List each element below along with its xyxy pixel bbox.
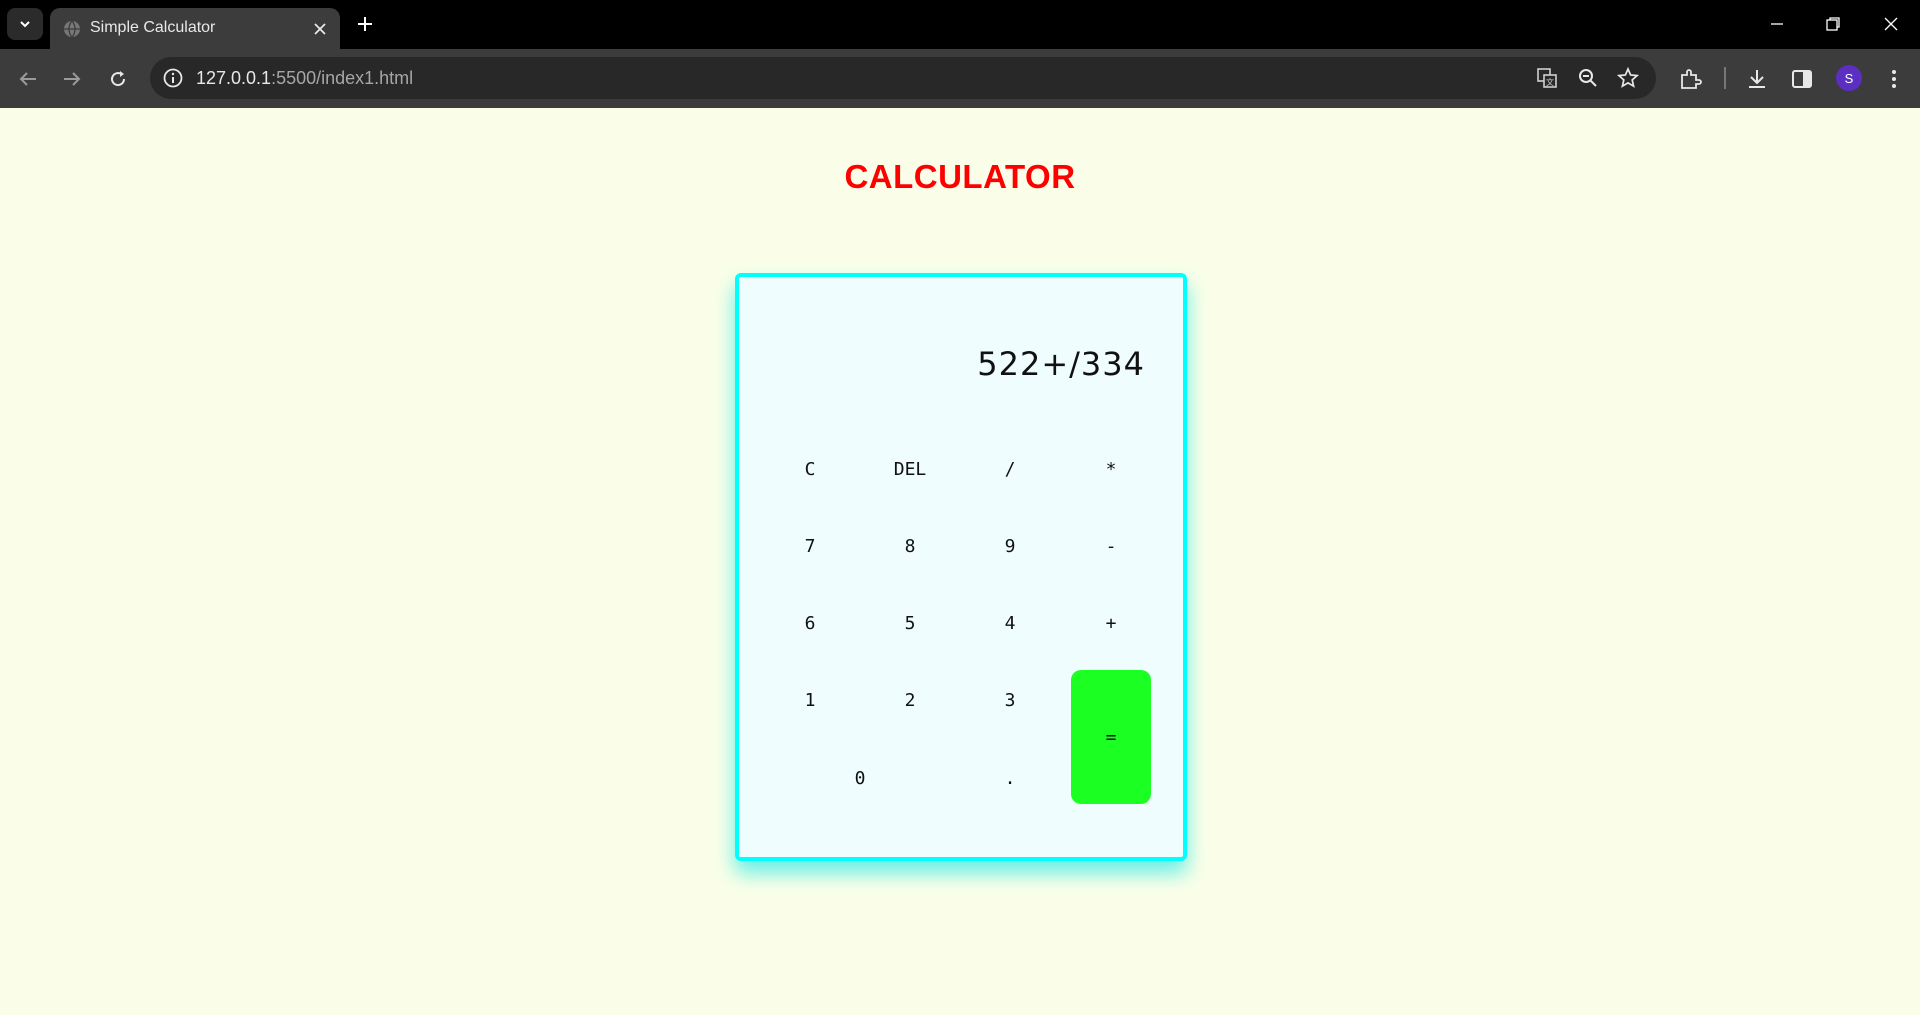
bookmark-star-icon[interactable] <box>1617 67 1639 89</box>
calculator: 522+/334 C DEL / * 7 8 9 - 6 5 4 + 1 2 3… <box>735 273 1187 861</box>
key-5[interactable]: 5 <box>870 598 950 648</box>
key-9[interactable]: 9 <box>970 521 1050 571</box>
forward-icon[interactable] <box>60 67 84 91</box>
restore-icon[interactable] <box>1823 14 1843 34</box>
chevron-down-icon <box>20 21 30 28</box>
site-info-icon[interactable] <box>162 67 184 89</box>
minimize-icon[interactable] <box>1767 14 1787 34</box>
key-1[interactable]: 1 <box>770 675 850 725</box>
tab-strip: Simple Calculator <box>0 0 1920 49</box>
key-4[interactable]: 4 <box>970 598 1050 648</box>
back-icon[interactable] <box>16 67 40 91</box>
zoom-icon[interactable] <box>1577 67 1599 89</box>
key-clear[interactable]: C <box>770 444 850 494</box>
key-equals[interactable]: = <box>1071 670 1151 804</box>
key-divide[interactable]: / <box>970 444 1050 494</box>
extensions-icon[interactable] <box>1678 67 1702 91</box>
browser-toolbar: 127.0.0.1:5500/index1.html 文 S <box>0 49 1920 108</box>
tab-title: Simple Calculator <box>90 19 216 36</box>
menu-icon[interactable] <box>1882 67 1906 91</box>
address-bar[interactable]: 127.0.0.1:5500/index1.html 文 <box>150 57 1656 99</box>
key-3[interactable]: 3 <box>970 675 1050 725</box>
translate-icon[interactable]: 文 <box>1536 67 1558 89</box>
key-minus[interactable]: - <box>1071 521 1151 571</box>
side-panel-icon[interactable] <box>1790 67 1814 91</box>
calculator-display: 522+/334 <box>977 345 1145 383</box>
key-0[interactable]: 0 <box>770 753 950 803</box>
download-icon[interactable] <box>1745 67 1769 91</box>
new-tab-icon[interactable] <box>354 13 376 35</box>
page-title: CALCULATOR <box>844 158 1076 195</box>
url-path: :5500/index1.html <box>271 68 414 88</box>
key-decimal[interactable]: . <box>970 753 1050 803</box>
svg-text:文: 文 <box>1546 77 1554 87</box>
key-7[interactable]: 7 <box>770 521 850 571</box>
url-text[interactable]: 127.0.0.1:5500/index1.html <box>196 68 413 89</box>
key-6[interactable]: 6 <box>770 598 850 648</box>
key-8[interactable]: 8 <box>870 521 950 571</box>
toolbar-divider <box>1724 67 1726 89</box>
url-host: 127.0.0.1 <box>196 68 272 88</box>
key-multiply[interactable]: * <box>1071 444 1151 494</box>
key-delete[interactable]: DEL <box>870 444 950 494</box>
reload-icon[interactable] <box>106 67 130 91</box>
close-tab-icon[interactable] <box>310 19 330 39</box>
key-plus[interactable]: + <box>1071 598 1151 648</box>
active-tab[interactable]: Simple Calculator <box>50 8 340 49</box>
key-2[interactable]: 2 <box>870 675 950 725</box>
close-window-icon[interactable] <box>1881 14 1901 34</box>
globe-icon <box>64 20 80 38</box>
profile-avatar[interactable]: S <box>1836 65 1862 91</box>
tab-search-button[interactable] <box>7 8 43 40</box>
